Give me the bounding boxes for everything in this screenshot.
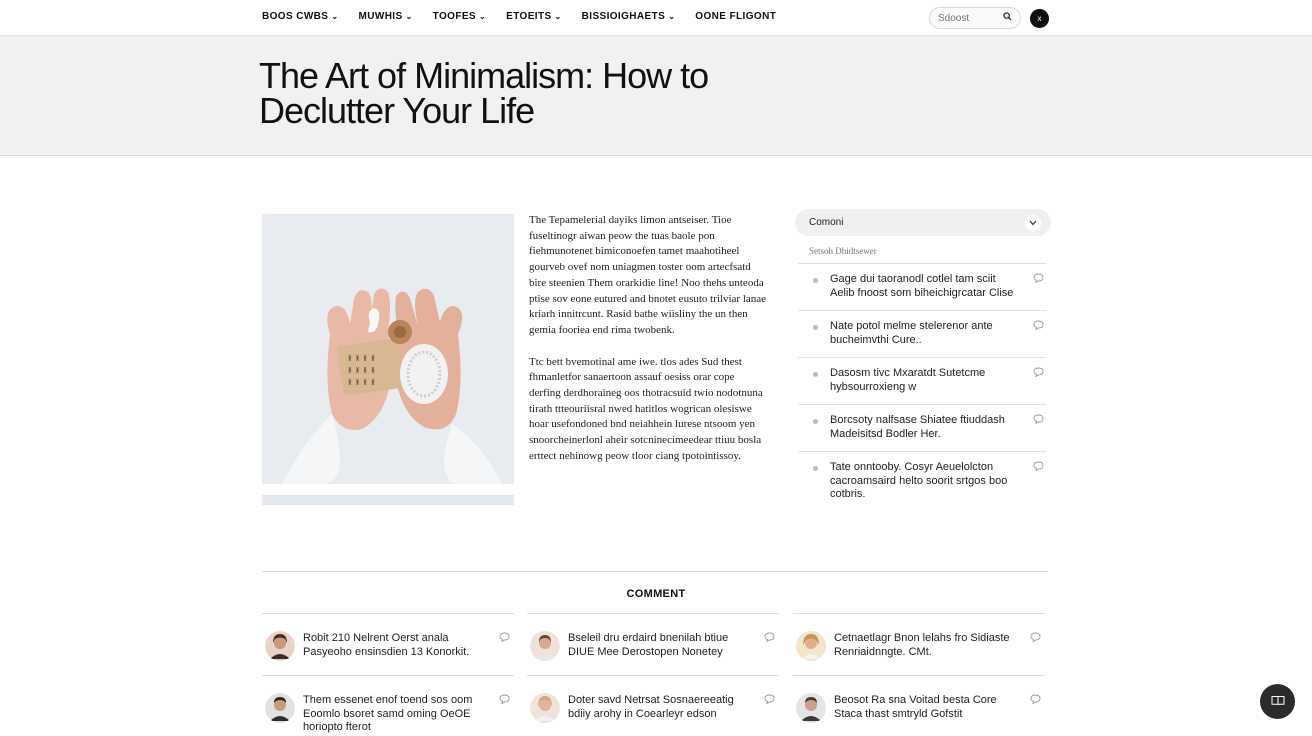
avatar [796,693,826,723]
article-paragraph: Ttc bett bvemotinal ame iwe. tlos ades S… [529,355,763,462]
nav-item-label: OONE FLIGONT [695,11,777,22]
avatar [530,693,560,723]
reader-mode-button[interactable] [1260,684,1295,719]
nav-item-label: BOOS CWBS [262,11,329,22]
comment-bubble-icon[interactable] [499,694,510,707]
profile-label: x [1037,14,1042,23]
sidebar-subtitle: Setsoh Dhidtsewer [809,246,877,256]
nav-item-5[interactable]: BISSIOIGHAETS ⌄ [582,11,676,22]
nav-item-1[interactable]: BOOS CWBS ⌄ [262,11,339,22]
chevron-down-icon: ⌄ [479,12,487,21]
nav-item-2[interactable]: MUWHIS ⌄ [359,11,413,22]
chevron-down-icon: ⌄ [668,12,676,21]
comments-sidebar: Comoni Setsoh Dhidtsewer Gage dui taoran… [795,209,1051,512]
avatar [265,631,295,661]
image-caption-bar [262,495,514,505]
comment-bubble-icon[interactable] [1033,367,1044,382]
comment-bubble-icon[interactable] [1033,414,1044,429]
bullet-icon [813,278,818,283]
search-icon[interactable] [1003,12,1012,24]
comment-bubble-icon[interactable] [764,632,775,645]
page-title: The Art of Minimalism: How to Declutter … [259,55,709,131]
chevron-down-icon: ⌄ [405,12,413,21]
sidebar-item-text: Borcsoty nalfsase Shiatee ftiuddash Made… [830,414,1005,440]
comment-card[interactable]: Beosot Ra sna Voitad besta Core Staca th… [793,675,1045,736]
sidebar-item-text: Gage dui taoranodl cotlel tam sciit Aeli… [830,273,1014,299]
nav-item-label: ETOEITS [506,11,552,22]
bullet-icon [813,419,818,424]
comment-bubble-icon[interactable] [1030,632,1041,645]
nav-item-label: BISSIOIGHAETS [581,11,666,22]
comment-bubble-icon[interactable] [764,694,775,707]
nav-item-3[interactable]: TOOFES ⌄ [433,11,486,22]
section-divider [262,571,1048,572]
avatar [530,631,560,661]
sidebar-item-text: Tate onntooby. Cosyr Aeuelolcton cacroam… [830,461,1008,500]
avatar [796,631,826,661]
comment-filter-select[interactable]: Comoni [795,209,1051,236]
comment-text: Doter savd Netrsat Sosnaereeatig bdiiy a… [568,694,734,720]
sidebar-list: Gage dui taoranodl cotlel tam sciit Aeli… [798,263,1046,512]
sidebar-item-text: Dasosm tivc Mxaratdt Sutetcme hybsourrox… [830,367,986,393]
chevron-down-icon[interactable] [1025,214,1041,231]
sidebar-item[interactable]: Dasosm tivc Mxaratdt Sutetcme hybsourrox… [798,357,1046,404]
comment-card[interactable]: Cetnaetlagr Bnon lelahs fro Sidiaste Ren… [793,613,1045,675]
comment-bubble-icon[interactable] [1033,273,1044,288]
comment-text: Beosot Ra sna Voitad besta Core Staca th… [834,694,997,720]
main-nav: BOOS CWBS ⌄ MUWHIS ⌄ TOOFES ⌄ ETOEITS ⌄ BISS… [262,11,796,22]
bullet-icon [813,372,818,377]
svg-text:ᚕ ᚕ ᚕ ᚕ: ᚕ ᚕ ᚕ ᚕ [347,378,375,386]
article-image: ᚕ ᚕ ᚕ ᚕ ᚕ ᚕ ᚕ ᚕ ᚕ ᚕ ᚕ ᚕ [262,214,514,484]
comment-bubble-icon[interactable] [1030,694,1041,707]
search-input[interactable] [938,12,992,24]
nav-item-4[interactable]: ETOEITS ⌄ [506,11,562,22]
comments-title: COMMENT [626,588,686,600]
bullet-icon [813,466,818,471]
article-paragraph: The Tepamelerial dayiks limon antseiser.… [529,214,767,336]
hero-banner: The Art of Minimalism: How to Declutter … [0,36,1312,156]
bullet-icon [813,325,818,330]
top-navigation: BOOS CWBS ⌄ MUWHIS ⌄ TOOFES ⌄ ETOEITS ⌄ BISS… [0,0,1312,36]
sidebar-item-text: Nate potol melme stelerenor ante bucheim… [830,320,993,346]
sidebar-item[interactable]: Gage dui taoranodl cotlel tam sciit Aeli… [798,263,1046,310]
comment-text: Robit 210 Nelrent Oerst anala Pasyeoho e… [303,632,470,658]
comment-card[interactable]: Bseleil dru erdaird bnenilah btiue DIUE … [527,613,779,675]
comment-bubble-icon[interactable] [499,632,510,645]
avatar [265,693,295,723]
article-body: The Tepamelerial dayiks limon antseiser.… [529,213,769,481]
nav-item-6[interactable]: OONE FLIGONT [695,11,776,22]
chevron-down-icon: ⌄ [554,12,562,21]
comment-text: Them essenet enof toend sos oom Eoomlo b… [303,694,473,733]
comment-bubble-icon[interactable] [1033,320,1044,335]
svg-text:ᚕ ᚕ ᚕ ᚕ: ᚕ ᚕ ᚕ ᚕ [347,354,375,362]
nav-item-label: TOOFES [432,11,477,22]
nav-item-label: MUWHIS [358,11,403,22]
sidebar-item[interactable]: Borcsoty nalfsase Shiatee ftiuddash Made… [798,404,1046,451]
comment-text: Bseleil dru erdaird bnenilah btiue DIUE … [568,632,729,658]
comment-card[interactable]: Them essenet enof toend sos oom Eoomlo b… [262,675,514,736]
sidebar-item[interactable]: Tate onntooby. Cosyr Aeuelolcton cacroam… [798,451,1046,512]
comment-text: Cetnaetlagr Bnon lelahs fro Sidiaste Ren… [834,632,1010,658]
profile-button[interactable]: x [1030,9,1049,28]
select-value: Comoni [809,217,844,228]
chevron-down-icon: ⌄ [331,12,339,21]
sidebar-item[interactable]: Nate potol melme stelerenor ante bucheim… [798,310,1046,357]
search-box[interactable] [929,7,1021,29]
comment-card[interactable]: Doter savd Netrsat Sosnaereeatig bdiiy a… [527,675,779,736]
svg-text:ᚕ ᚕ ᚕ ᚕ: ᚕ ᚕ ᚕ ᚕ [347,366,375,374]
comment-bubble-icon[interactable] [1033,461,1044,476]
book-icon [1271,695,1285,709]
comment-card[interactable]: Robit 210 Nelrent Oerst anala Pasyeoho e… [262,613,514,675]
